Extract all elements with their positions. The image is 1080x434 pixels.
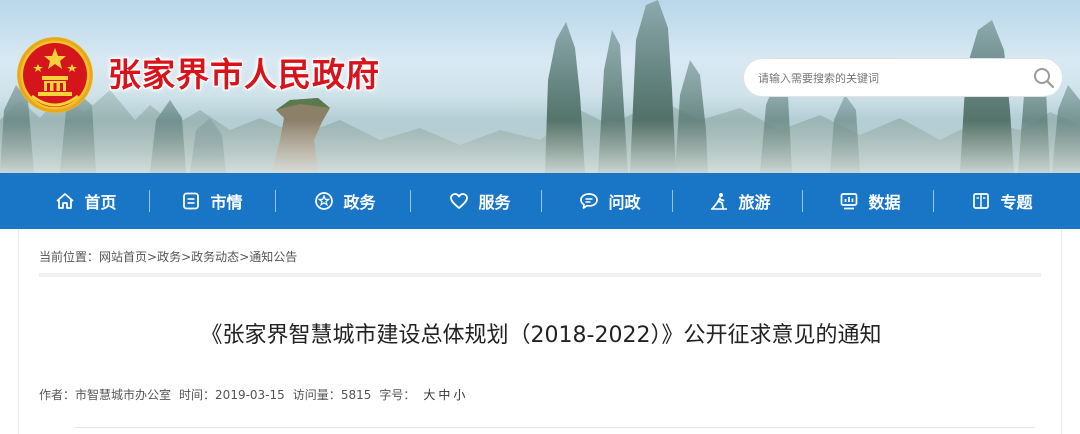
article-title: 《张家界智慧城市建设总体规划（2018-2022）》公开征求意见的通知 <box>200 323 882 348</box>
travel-icon <box>711 193 728 210</box>
nav-label: 数据 <box>868 193 901 212</box>
breadcrumb-divider <box>39 273 1041 277</box>
nav-item-city-info[interactable]: 市情 <box>162 173 262 229</box>
time-label: 时间： <box>179 388 216 402</box>
nav-item-tourism[interactable]: 旅游 <box>690 173 790 229</box>
home-icon <box>56 193 75 209</box>
article-container: 当前位置：网站首页>政务>政务动态>通知公告 《张家界智慧城市建设总体规划（20… <box>18 229 1062 434</box>
font-size-medium[interactable]: 中 <box>438 388 450 402</box>
main-navbar: 首页 市情 政务 服务 问政 旅游 数据 专题 <box>0 173 1080 229</box>
breadcrumb-separator: > <box>147 250 158 264</box>
views-label: 访问量： <box>292 388 341 402</box>
document-icon <box>183 192 200 210</box>
nav-divider <box>275 190 276 212</box>
search-input[interactable] <box>758 68 1018 88</box>
nav-label: 问政 <box>608 193 641 212</box>
nav-label: 政务 <box>343 193 376 212</box>
search-box <box>743 58 1063 97</box>
nav-label: 旅游 <box>738 193 771 212</box>
header-banner: 张家界市人民政府 <box>0 0 1080 173</box>
national-emblem-icon <box>17 37 93 113</box>
chart-icon <box>841 193 858 210</box>
book-icon <box>973 193 990 209</box>
nav-item-government[interactable]: 政务 <box>295 173 395 229</box>
font-size-small[interactable]: 小 <box>453 388 465 402</box>
nav-divider <box>933 190 934 212</box>
nav-label: 首页 <box>84 193 117 212</box>
breadcrumb-prefix: 当前位置： <box>39 250 100 264</box>
nav-label: 服务 <box>478 193 511 212</box>
nav-divider <box>672 190 673 212</box>
breadcrumb-separator: > <box>239 250 250 264</box>
site-title[interactable]: 张家界市人民政府 <box>108 48 380 96</box>
breadcrumb-notices[interactable]: 通知公告 <box>249 250 297 264</box>
nav-divider <box>802 190 803 212</box>
author-value: 市智慧城市办公室 <box>75 388 172 402</box>
nav-label: 市情 <box>210 193 243 212</box>
search-icon[interactable] <box>1033 67 1055 89</box>
government-icon <box>315 192 334 210</box>
views-value: 5815 <box>340 388 372 402</box>
time-value: 2019-03-15 <box>215 388 285 402</box>
font-size-large[interactable]: 大 <box>423 388 435 402</box>
font-size-label: 字号： <box>379 388 416 402</box>
nav-item-services[interactable]: 服务 <box>430 173 530 229</box>
breadcrumb-news[interactable]: 政务动态 <box>191 250 239 264</box>
nav-item-data[interactable]: 数据 <box>820 173 920 229</box>
article-meta: 作者：市智慧城市办公室 时间：2019-03-15 访问量：5815 字号： 大中小 <box>39 386 468 403</box>
meta-divider <box>75 427 1035 428</box>
nav-item-inquiry[interactable]: 问政 <box>560 173 660 229</box>
breadcrumb-home[interactable]: 网站首页 <box>99 250 147 264</box>
nav-item-topics[interactable]: 专题 <box>952 173 1052 229</box>
nav-divider <box>541 190 542 212</box>
chat-icon <box>580 193 599 209</box>
nav-label: 专题 <box>1000 193 1033 212</box>
nav-divider <box>149 190 150 212</box>
nav-divider <box>410 190 411 212</box>
nav-item-home[interactable]: 首页 <box>36 173 136 229</box>
breadcrumb-government[interactable]: 政务 <box>157 250 181 264</box>
heart-icon <box>450 193 469 209</box>
author-label: 作者： <box>39 388 76 402</box>
breadcrumb: 当前位置：网站首页>政务>政务动态>通知公告 <box>39 248 297 265</box>
breadcrumb-separator: > <box>181 250 192 264</box>
